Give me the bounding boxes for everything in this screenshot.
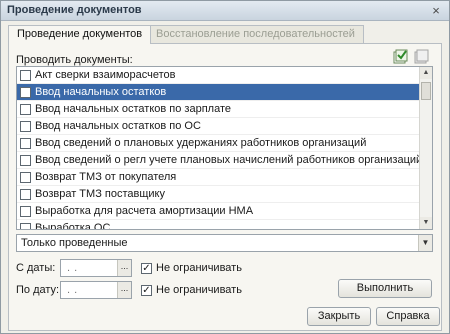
check-all-icon[interactable] bbox=[393, 49, 409, 65]
close-button[interactable]: Закрыть bbox=[307, 307, 371, 326]
list-item-label: Возврат ТМЗ поставщику bbox=[35, 188, 165, 200]
list-item-checkbox[interactable] bbox=[20, 155, 31, 166]
from-date-label: С даты: bbox=[16, 262, 56, 274]
list-item-checkbox[interactable] bbox=[20, 206, 31, 217]
from-no-limit-checkbox[interactable]: ✓ bbox=[141, 263, 152, 274]
help-button[interactable]: Справка bbox=[376, 307, 440, 326]
list-item-label: Акт сверки взаиморасчетов bbox=[35, 69, 176, 81]
list-item[interactable]: Ввод начальных остатков по зарплате bbox=[17, 101, 420, 118]
list-item-checkbox[interactable] bbox=[20, 104, 31, 115]
close-icon[interactable]: × bbox=[427, 3, 445, 18]
documents-list[interactable]: Акт сверки взаиморасчетов Ввод начальных … bbox=[16, 66, 433, 230]
posting-filter-select[interactable]: Только проведенные ▼ bbox=[16, 234, 433, 252]
chevron-down-icon[interactable]: ▼ bbox=[418, 235, 432, 251]
list-label: Проводить документы: bbox=[16, 54, 133, 66]
list-item[interactable]: Возврат ТМЗ поставщику bbox=[17, 186, 420, 203]
window-title: Проведение документов bbox=[7, 4, 142, 16]
list-item-label: Ввод начальных остатков по ОС bbox=[35, 120, 201, 132]
list-item-label: Ввод начальных остатков bbox=[35, 86, 167, 98]
list-item[interactable]: Ввод начальных остатков bbox=[17, 84, 420, 101]
uncheck-all-icon[interactable] bbox=[414, 49, 430, 65]
list-item-checkbox[interactable] bbox=[20, 138, 31, 149]
scroll-thumb[interactable] bbox=[421, 82, 431, 100]
list-item-label: Ввод сведений о регл учете плановых начи… bbox=[35, 154, 423, 166]
list-item[interactable]: Ввод сведений о плановых удержаниях рабо… bbox=[17, 135, 420, 152]
to-no-limit-checkbox[interactable]: ✓ bbox=[141, 285, 152, 296]
list-item-checkbox[interactable] bbox=[20, 172, 31, 183]
dialog-window: Проведение документов × Проведение докум… bbox=[0, 0, 450, 334]
list-item[interactable]: Выработка ОС bbox=[17, 220, 420, 230]
to-no-limit-label: Не ограничивать bbox=[156, 284, 242, 296]
list-item-label: Выработка для расчета амортизации НМА bbox=[35, 205, 254, 217]
list-item-checkbox[interactable] bbox=[20, 189, 31, 200]
list-item[interactable]: Ввод сведений о регл учете плановых начи… bbox=[17, 152, 423, 169]
list-item-label: Возврат ТМЗ от покупателя bbox=[35, 171, 177, 183]
to-date-label: По дату: bbox=[16, 284, 60, 296]
scroll-down-icon[interactable]: ▼ bbox=[420, 217, 432, 229]
run-button[interactable]: Выполнить bbox=[338, 279, 432, 298]
tab-restore-sequences[interactable]: Восстановление последовательностей bbox=[147, 25, 364, 43]
title-bar: Проведение документов × bbox=[1, 1, 449, 21]
list-item[interactable]: Ввод начальных остатков по ОС bbox=[17, 118, 420, 135]
to-date-input[interactable]: . . ... bbox=[60, 281, 132, 299]
list-item-label: Ввод начальных остатков по зарплате bbox=[35, 103, 231, 115]
list-item-checkbox[interactable] bbox=[20, 223, 31, 229]
scroll-up-icon[interactable]: ▲ bbox=[420, 67, 432, 79]
list-scrollbar[interactable]: ▲ ▼ bbox=[419, 67, 432, 229]
list-item-checkbox[interactable] bbox=[20, 87, 31, 98]
from-date-value: . . bbox=[67, 262, 78, 274]
list-item[interactable]: Возврат ТМЗ от покупателя bbox=[17, 169, 420, 186]
from-date-input[interactable]: . . ... bbox=[60, 259, 132, 277]
to-date-value: . . bbox=[67, 284, 78, 296]
filter-value: Только проведенные bbox=[21, 237, 128, 249]
list-item[interactable]: Выработка для расчета амортизации НМА bbox=[17, 203, 420, 220]
list-item-checkbox[interactable] bbox=[20, 121, 31, 132]
list-item-checkbox[interactable] bbox=[20, 70, 31, 81]
calendar-icon[interactable]: ... bbox=[117, 282, 131, 298]
list-item-label: Выработка ОС bbox=[35, 222, 111, 230]
tab-posting[interactable]: Проведение документов bbox=[8, 25, 152, 44]
list-item-label: Ввод сведений о плановых удержаниях рабо… bbox=[35, 137, 367, 149]
from-no-limit-label: Не ограничивать bbox=[156, 262, 242, 274]
list-item[interactable]: Акт сверки взаиморасчетов bbox=[17, 67, 420, 84]
calendar-icon[interactable]: ... bbox=[117, 260, 131, 276]
